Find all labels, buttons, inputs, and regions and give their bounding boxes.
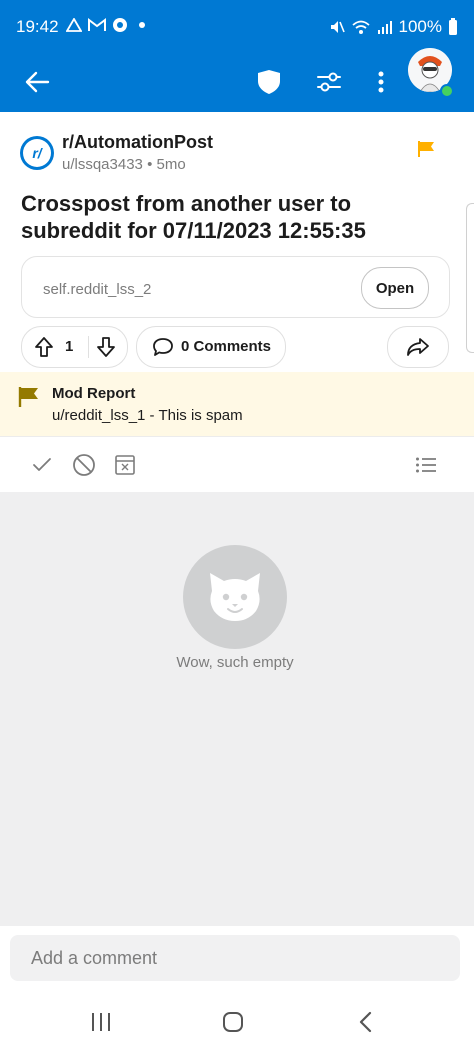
system-nav-bar: [0, 992, 474, 1053]
home-icon: [223, 1012, 243, 1032]
report-flag-icon: [418, 141, 434, 157]
comment-bar: [0, 926, 474, 992]
scroll-indicator[interactable]: [466, 203, 474, 353]
share-button[interactable]: [387, 326, 449, 368]
status-right: 100%: [329, 17, 458, 37]
sort-settings-button[interactable]: [310, 60, 348, 104]
archive-x-icon: [115, 455, 135, 475]
status-time: 19:42: [16, 17, 59, 36]
comment-bubble-icon: [153, 338, 173, 356]
remove-button[interactable]: [70, 451, 98, 479]
battery-level: 100%: [398, 17, 442, 36]
open-link-button[interactable]: Open: [361, 267, 429, 309]
mod-report-flag-icon: [18, 387, 38, 407]
spam-button[interactable]: [111, 451, 139, 479]
vote-controls: 1: [21, 326, 128, 368]
recent-apps-button[interactable]: [82, 1006, 120, 1038]
recent-apps-icon: [92, 1013, 110, 1031]
upvote-arrow-icon: [35, 337, 53, 357]
list-menu-icon: [416, 457, 436, 473]
share-arrow-icon: [407, 338, 429, 356]
back-button[interactable]: [18, 60, 56, 104]
mod-menu-button[interactable]: [412, 451, 440, 479]
notification-icon: [65, 17, 83, 32]
home-button[interactable]: [214, 1004, 252, 1040]
app-bar: [0, 54, 474, 112]
back-icon: [359, 1011, 372, 1033]
status-bar: 19:42 100%: [0, 0, 474, 54]
comments-button[interactable]: 0 Comments: [136, 326, 286, 368]
mod-report-text: u/reddit_lss_1 - This is spam: [52, 407, 243, 424]
mod-actions-bar: [0, 436, 474, 493]
back-arrow-icon: [25, 71, 50, 93]
mute-icon: [330, 21, 345, 33]
shield-icon: [258, 70, 280, 94]
post-title: Crosspost from another user to subreddit…: [21, 191, 366, 243]
more-options-button[interactable]: [368, 60, 394, 104]
battery-icon: [449, 18, 457, 35]
status-notification-icons: [65, 17, 145, 35]
mod-report: Mod Report u/reddit_lss_1 - This is spam: [0, 372, 474, 436]
downvote-arrow-icon: [97, 337, 115, 357]
remove-ban-icon: [73, 454, 95, 476]
gmail-icon: [88, 18, 107, 31]
approve-button[interactable]: [28, 451, 56, 479]
subreddit-name[interactable]: r/AutomationPost: [62, 132, 213, 153]
post-meta[interactable]: u/lssqa3433 • 5mo: [62, 156, 186, 173]
downvote-button[interactable]: [92, 333, 120, 361]
wifi-icon: [351, 20, 370, 34]
upvote-button[interactable]: [30, 333, 58, 361]
subreddit-icon[interactable]: r/: [20, 136, 54, 170]
vote-count: 1: [65, 338, 74, 355]
post-header: r/ r/AutomationPost u/lssqa3433 • 5mo: [20, 130, 460, 180]
approve-check-icon: [33, 458, 51, 471]
signal-icon: [377, 21, 392, 34]
more-vert-icon: [378, 71, 384, 93]
empty-state-text: Wow, such empty: [176, 654, 294, 671]
online-status-dot: [440, 84, 454, 98]
mod-shield-button[interactable]: [252, 60, 286, 104]
comments-count-label: 0 Comments: [181, 338, 272, 355]
chrome-icon: [113, 18, 128, 32]
settings-sliders-icon: [317, 72, 341, 92]
link-preview[interactable]: self.reddit_lss_2 Open: [21, 256, 450, 318]
system-back-button[interactable]: [348, 1006, 382, 1038]
empty-state-icon: [183, 545, 287, 649]
snoo-cat-icon: [210, 573, 260, 621]
link-url: self.reddit_lss_2: [43, 281, 152, 298]
vote-divider: [88, 336, 89, 358]
mod-report-title: Mod Report: [52, 385, 136, 402]
dot-icon: [138, 22, 145, 28]
add-comment-input[interactable]: [10, 935, 460, 981]
